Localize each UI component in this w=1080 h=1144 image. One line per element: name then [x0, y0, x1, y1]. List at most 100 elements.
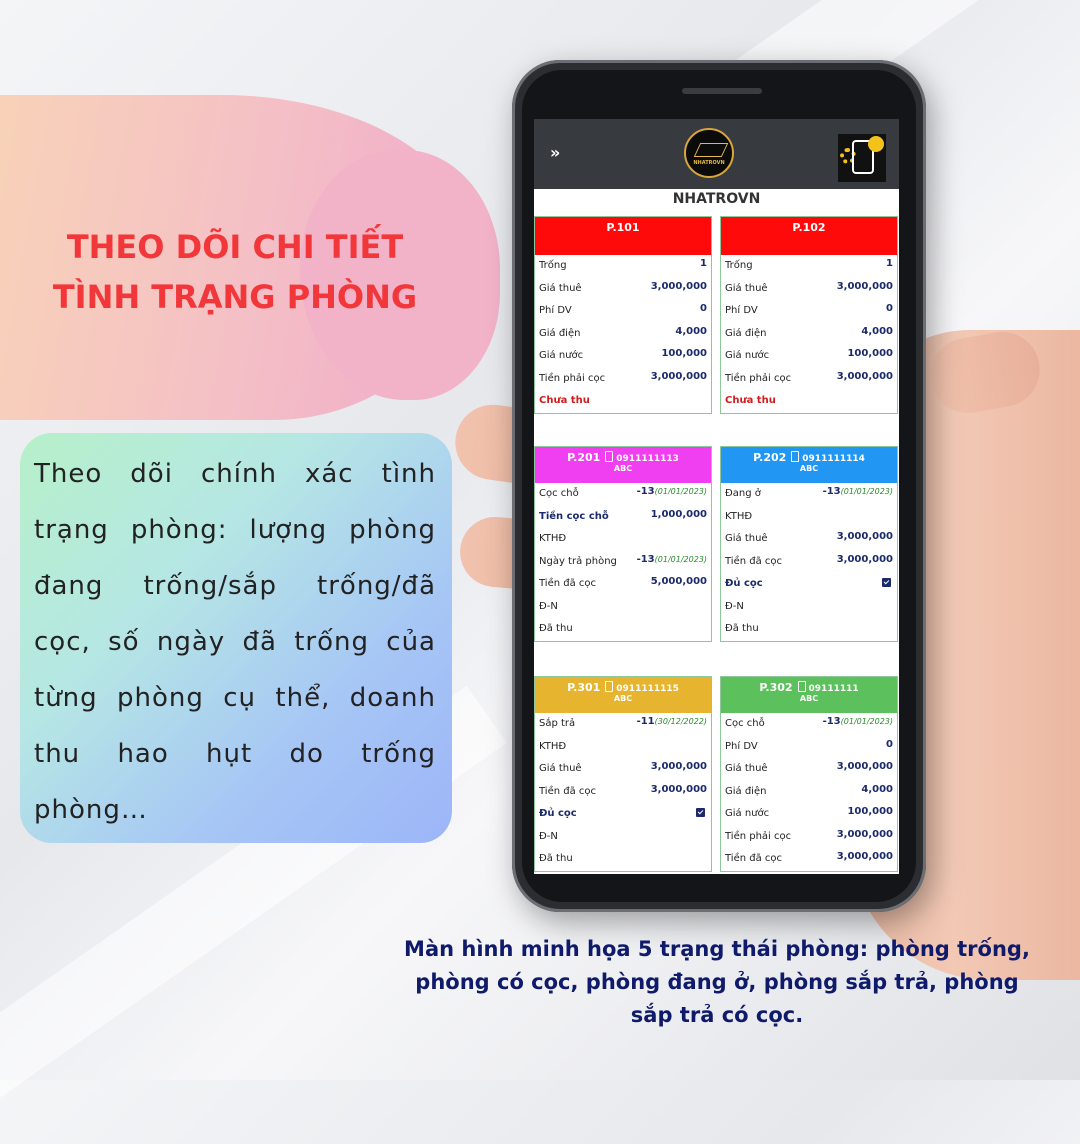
- app-topbar: » NHATROVN: [534, 119, 899, 189]
- detail-value: 3,000,000: [836, 280, 893, 292]
- room-detail-row: Giá thuê 3,000,000: [721, 528, 897, 551]
- detail-value: 100,000: [661, 348, 707, 359]
- detail-label: Đã thu: [725, 623, 759, 634]
- menu-toggle-button[interactable]: »: [550, 143, 560, 162]
- detail-label: Giá thuê: [539, 282, 582, 294]
- detail-label: Chưa thu: [539, 395, 590, 406]
- detail-value: -13(01/01/2023): [636, 486, 707, 497]
- detail-label: Đ-N: [539, 830, 558, 842]
- phone-icon: [605, 681, 614, 692]
- detail-label: Trống: [725, 260, 753, 271]
- room-card[interactable]: P.102 Trống 1 Giá thuê 3,000,000 Phí DV 0 Giá đ…: [720, 216, 898, 414]
- room-card-header[interactable]: P.102: [721, 217, 897, 255]
- detail-label: Ngày trả phòng: [539, 555, 617, 567]
- detail-date: (01/01/2023): [654, 554, 707, 564]
- detail-label: Đang ở: [725, 488, 761, 499]
- tenant-phone[interactable]: 09111111: [809, 684, 859, 694]
- detail-label: Trống: [539, 260, 567, 271]
- room-detail-row: Trống 1: [535, 255, 711, 278]
- room-card[interactable]: P.302 09111111 ABC Cọc chỗ -13(01/01/2023) Ph…: [720, 676, 898, 872]
- detail-label: Đủ cọc: [539, 808, 577, 819]
- headline-line-2: TÌNH TRẠNG PHÒNG: [52, 278, 418, 316]
- detail-value: 3,000,000: [836, 370, 893, 382]
- room-name: P.102: [792, 221, 826, 234]
- detail-label: Giá thuê: [539, 763, 582, 774]
- detail-label: Đã thu: [539, 623, 573, 634]
- tenant-phone[interactable]: 0911111115: [616, 684, 679, 694]
- detail-value: 4,000: [861, 783, 893, 795]
- room-detail-row: Ngày trả phòng -13(01/01/2023): [535, 551, 711, 574]
- room-detail-row: Đang ở -13(01/01/2023): [721, 483, 897, 506]
- detail-value: 1: [700, 258, 707, 269]
- detail-label: Giá nước: [539, 350, 584, 361]
- phone-icon: [791, 451, 800, 462]
- room-card-header[interactable]: P.302 09111111 ABC: [721, 677, 897, 713]
- checkbox-checked-icon[interactable]: [882, 578, 891, 587]
- detail-label: KTHĐ: [539, 533, 567, 544]
- room-detail-row: Tiền cọc chỗ 1,000,000: [535, 506, 711, 529]
- room-detail-row: Tiền đã cọc 3,000,000: [535, 781, 711, 804]
- detail-label: Giá điện: [539, 327, 581, 339]
- detail-label: KTHĐ: [539, 740, 567, 752]
- room-detail-row: Giá nước 100,000: [721, 803, 897, 826]
- room-detail-row: Đủ cọc: [721, 573, 897, 596]
- room-card[interactable]: P.101 Trống 1 Giá thuê 3,000,000 Phí DV 0 Giá đ…: [534, 216, 712, 414]
- user-settings-icon[interactable]: [838, 134, 886, 182]
- tenant-phone[interactable]: 0911111113: [616, 454, 679, 464]
- detail-label: Cọc chỗ: [539, 488, 579, 499]
- detail-label: Chưa thu: [725, 395, 776, 406]
- room-card[interactable]: P.201 0911111113 ABC Cọc chỗ -13(01/01/2023)…: [534, 446, 712, 642]
- room-card[interactable]: P.301 0911111115 ABC Sắp trả -11(30/12/2022)…: [534, 676, 712, 872]
- room-card-header[interactable]: P.101: [535, 217, 711, 255]
- phone-speaker: [682, 88, 762, 94]
- detail-label: Phí DV: [725, 740, 758, 752]
- detail-label: Tiền phải cọc: [725, 372, 792, 384]
- phone-icon: [605, 451, 614, 462]
- room-detail-row: Đ-N: [535, 826, 711, 849]
- detail-value: -13(01/01/2023): [822, 716, 893, 727]
- room-card[interactable]: P.202 0911111114 ABC Đang ở -13(01/01/2023) K…: [720, 446, 898, 642]
- detail-value: 100,000: [847, 348, 893, 359]
- checkbox-checked-icon[interactable]: [696, 808, 705, 817]
- detail-label: Giá điện: [725, 327, 767, 339]
- detail-label: Tiền phải cọc: [725, 830, 792, 842]
- detail-date: (01/01/2023): [840, 717, 893, 726]
- detail-label: Giá thuê: [725, 533, 768, 544]
- detail-value: 0: [700, 303, 707, 314]
- tenant-name: ABC: [613, 464, 633, 473]
- detail-value: -13(01/01/2023): [822, 486, 893, 497]
- room-detail-row: Giá thuê 3,000,000: [721, 278, 897, 301]
- room-detail-row: Giá điện 4,000: [721, 323, 897, 346]
- app-screen: » NHATROVN NHATROVN P.101 Trống 1 Giá thuê 3…: [534, 119, 899, 874]
- room-detail-row: Tiền đã cọc 3,000,000: [721, 551, 897, 574]
- tenant-phone[interactable]: 0911111114: [802, 454, 865, 464]
- detail-value: 5,000,000: [650, 576, 707, 587]
- page-title: THEO DÕI CHI TIẾT TÌNH TRẠNG PHÒNG: [20, 222, 450, 322]
- room-detail-row: Giá điện 4,000: [721, 781, 897, 804]
- app-title: NHATROVN: [672, 191, 761, 207]
- room-number: P.201 0911111113: [535, 447, 711, 464]
- user-icon: [868, 136, 884, 152]
- detail-value: 3,000,000: [836, 828, 893, 840]
- room-detail-row: Đ-N: [535, 596, 711, 619]
- room-card-header[interactable]: P.201 0911111113 ABC: [535, 447, 711, 483]
- detail-value: 0: [886, 303, 893, 314]
- detail-value: 4,000: [861, 325, 893, 337]
- detail-label: Đủ cọc: [725, 578, 763, 589]
- detail-label: Tiền đã cọc: [539, 578, 597, 589]
- detail-value: 4,000: [675, 325, 707, 337]
- description-text: Theo dõi chính xác tình trạng phòng: lượ…: [34, 459, 436, 825]
- detail-value: 1,000,000: [650, 508, 707, 520]
- detail-value: 3,000,000: [650, 370, 707, 382]
- detail-value: 100,000: [847, 806, 893, 817]
- detail-label: Sắp trả: [539, 718, 576, 729]
- room-detail-row: KTHĐ: [721, 506, 897, 529]
- room-detail-row: Phí DV 0: [535, 300, 711, 323]
- room-name: P.202: [753, 451, 787, 464]
- room-number: P.102: [721, 217, 897, 234]
- detail-value: 3,000,000: [650, 280, 707, 292]
- room-card-header[interactable]: P.202 0911111114 ABC: [721, 447, 897, 483]
- room-detail-row: Chưa thu: [535, 390, 711, 413]
- room-card-header[interactable]: P.301 0911111115 ABC: [535, 677, 711, 713]
- room-detail-row: Giá thuê 3,000,000: [535, 758, 711, 781]
